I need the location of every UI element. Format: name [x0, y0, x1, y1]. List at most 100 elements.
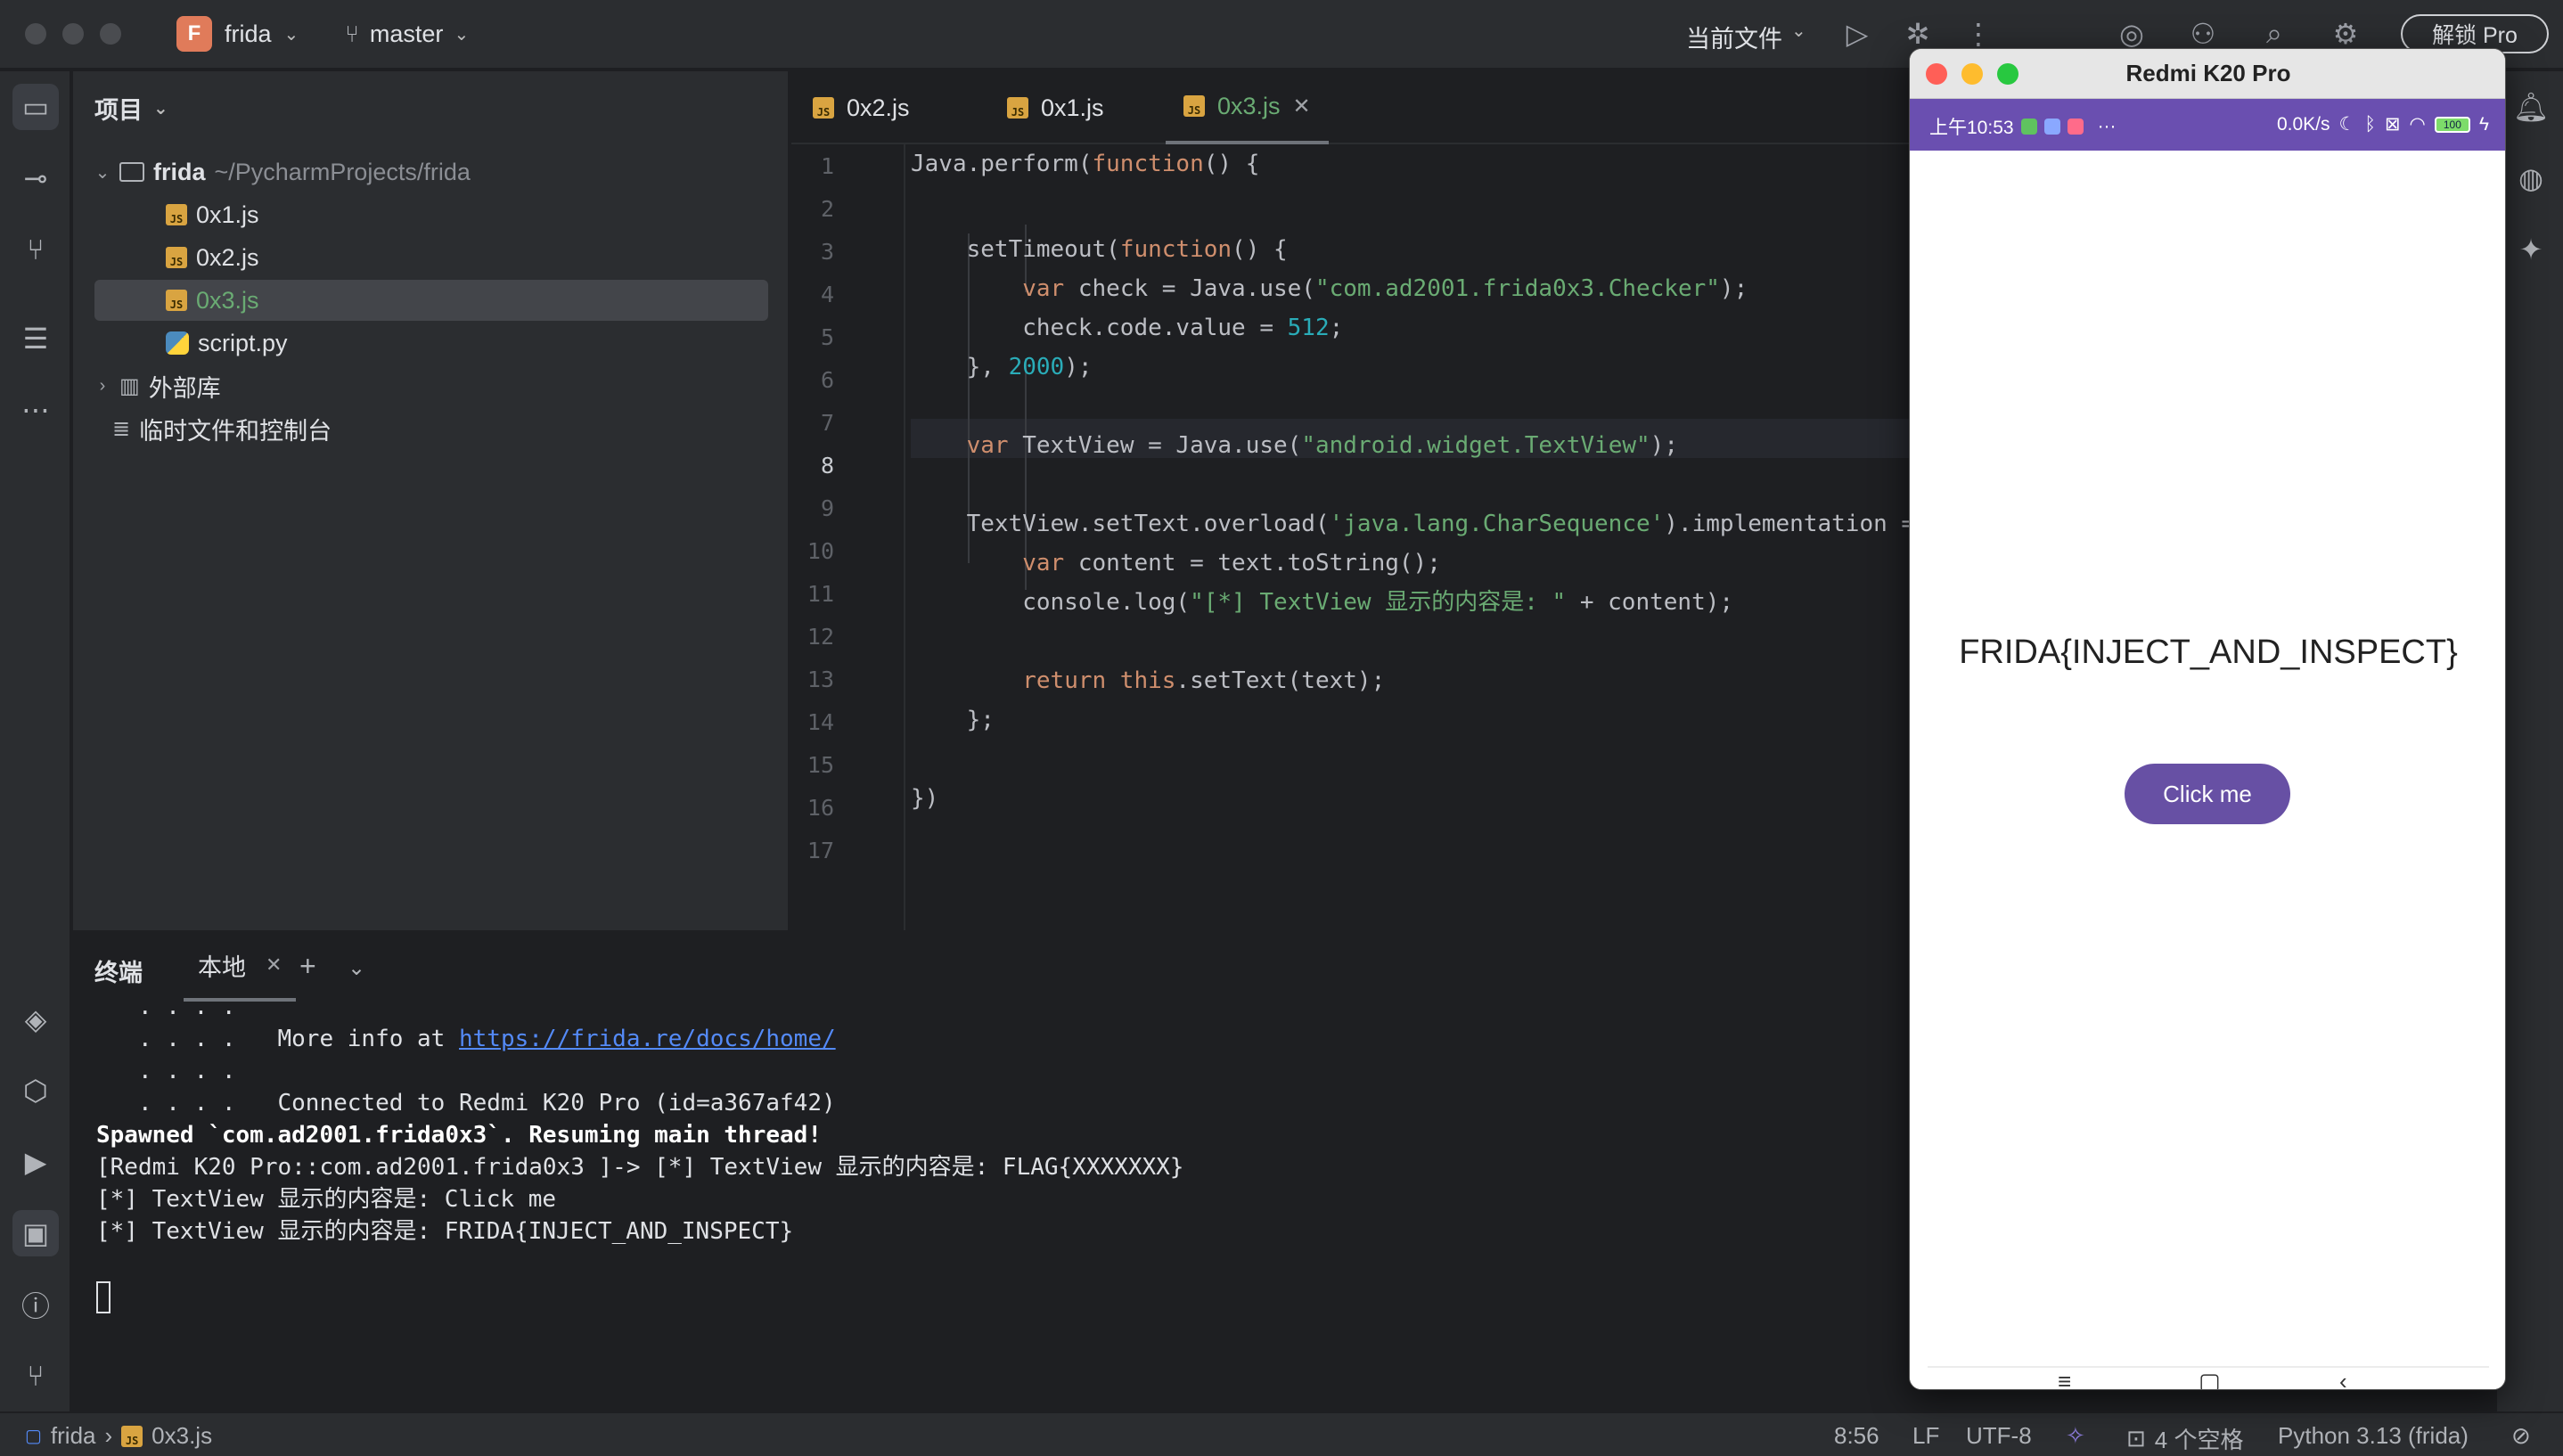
frida-docs-link[interactable]: https://frida.re/docs/home/: [459, 1026, 836, 1052]
terminal-icon[interactable]: ▣: [12, 1210, 59, 1256]
zoom-window-button[interactable]: [1997, 63, 2018, 85]
left-tool-strip: ▭ ⊸ ⑂ ☰ ⋯ ◈ ⬡ ▶ ▣ ⓘ ⑂: [0, 71, 71, 1411]
run-config-selector[interactable]: 当前文件 ⌄: [1686, 20, 1806, 54]
search-icon[interactable]: ⌕: [2256, 16, 2292, 52]
branch-selector[interactable]: ⑂ master ⌄: [345, 20, 469, 48]
python-interpreter[interactable]: Python 3.13 (frida): [2278, 1422, 2469, 1450]
chevron-down-icon[interactable]: ⌄: [94, 161, 111, 184]
phone-screen: 上午10:53 ··· 0.0K/s ☾ ᛒ ⊠ ◠ 100 ϟ FRIDA{I…: [1910, 99, 2505, 1389]
terminal-line: [Redmi K20 Pro::com.ad2001.frida0x3 ]-> …: [96, 1154, 1184, 1181]
code-area[interactable]: Java.perform(function() { setTimeout(fun…: [911, 144, 1909, 930]
ai-chat-icon[interactable]: ◍: [2508, 155, 2554, 201]
tree-scratches[interactable]: ≣ 临时文件和控制台: [94, 408, 768, 449]
terminal-line: . . . .: [96, 1058, 236, 1084]
external-libs-label: 外部库: [148, 374, 221, 402]
line-number: 9: [820, 495, 834, 521]
caret-position[interactable]: 8:56: [1834, 1422, 1879, 1450]
structure-icon[interactable]: ☰: [12, 315, 59, 362]
debug-icon[interactable]: ✲: [1900, 16, 1936, 52]
tree-root-frida[interactable]: ⌄ frida ~/PycharmProjects/frida: [94, 151, 768, 192]
zoom-window-button[interactable]: [100, 23, 121, 45]
line-number: 16: [807, 795, 834, 821]
line-number: 11: [807, 581, 834, 607]
notifications-bell-icon[interactable]: 🔔︎: [2508, 84, 2554, 130]
ai-status-icon[interactable]: ✧: [2066, 1422, 2085, 1450]
project-folder-icon[interactable]: ▭: [12, 84, 59, 130]
indent-setting[interactable]: ⊡ 4 个空格: [2126, 1422, 2243, 1455]
settings-gear-icon[interactable]: ⚙: [2328, 16, 2363, 52]
chevron-right-icon: ›: [104, 1422, 113, 1449]
terminal-tab-local[interactable]: 本地 ✕: [184, 932, 297, 1002]
minimize-window-button[interactable]: [1961, 63, 1983, 85]
tree-file-0x3[interactable]: JS 0x3.js: [94, 280, 768, 321]
code-line-14: return this.setText(text);: [1022, 667, 1386, 694]
js-file-icon: JS: [1007, 97, 1028, 119]
code-editor: JS 0x2.js JS 0x1.js JS 0x3.js ✕ 12345678…: [791, 71, 1909, 930]
code-line-4: var check = Java.use("com.ad2001.frida0x…: [1022, 275, 1748, 302]
line-separator[interactable]: LF: [1912, 1422, 1939, 1450]
back-icon[interactable]: ‹: [2339, 1368, 2347, 1389]
file-encoding[interactable]: UTF-8: [1966, 1422, 2032, 1450]
line-number: 4: [820, 282, 834, 307]
plugin-icon[interactable]: ✦: [2508, 226, 2554, 273]
new-terminal-icon[interactable]: +: [299, 950, 316, 983]
python-packages-icon[interactable]: ⬡: [12, 1067, 59, 1114]
code-line-17: }): [911, 785, 939, 812]
close-tab-icon[interactable]: ✕: [266, 953, 282, 977]
js-file-icon: JS: [813, 97, 834, 119]
tab-0x2-js[interactable]: JS 0x2.js: [795, 71, 928, 144]
add-user-icon[interactable]: ⚇: [2185, 16, 2221, 52]
emulator-title-bar[interactable]: Redmi K20 Pro: [1910, 49, 2505, 99]
chevron-right-icon[interactable]: ›: [94, 376, 111, 397]
project-panel-title[interactable]: 项目 ⌄: [94, 91, 168, 126]
pull-requests-icon[interactable]: ⑂: [12, 226, 59, 273]
module-icon: ▢: [25, 1427, 42, 1446]
run-icon[interactable]: ▷: [1839, 16, 1875, 52]
chevron-down-icon[interactable]: ⌄: [348, 955, 365, 981]
project-selector[interactable]: F frida ⌄: [176, 16, 299, 52]
code-line-6: }, 2000);: [911, 354, 1093, 380]
git-icon[interactable]: ⑂: [12, 1353, 59, 1399]
line-number-gutter: 1 2 3 4 5 6 7 8 9 10 11 12 13 14 15 16 17: [791, 144, 905, 930]
emulator-title: Redmi K20 Pro: [2125, 60, 2291, 86]
tree-external-libs[interactable]: › ▥ 外部库: [94, 365, 768, 406]
chevron-down-icon: ⌄: [454, 24, 470, 45]
js-file-icon: JS: [166, 290, 187, 311]
terminal-output[interactable]: . . . . . . . . More info at https://fri…: [96, 1002, 1896, 1411]
line-number: 1: [820, 153, 834, 179]
terminal-header: 终端 本地 ✕ + ⌄: [73, 932, 1909, 1002]
minimize-window-button[interactable]: [62, 23, 84, 45]
folder-icon: [119, 162, 144, 182]
line-number: 13: [807, 667, 834, 692]
js-file-icon: JS: [1183, 95, 1205, 117]
tree-file-0x2[interactable]: JS 0x2.js: [94, 237, 768, 278]
more-tools-icon[interactable]: ⋯: [12, 387, 59, 433]
python-console-icon[interactable]: ◈: [12, 996, 59, 1043]
close-tab-icon[interactable]: ✕: [1293, 94, 1311, 119]
chevron-down-icon: ⌄: [1791, 21, 1806, 41]
read-only-toggle-icon[interactable]: ⊘: [2511, 1422, 2531, 1450]
tab-0x3-js[interactable]: JS 0x3.js ✕: [1166, 71, 1329, 144]
code-line-10: TextView.setText.overload('java.lang.Cha…: [911, 511, 1909, 537]
problems-icon[interactable]: ⓘ: [12, 1281, 59, 1328]
close-window-button[interactable]: [1926, 63, 1947, 85]
breadcrumb[interactable]: ▢ frida › JS 0x3.js: [25, 1422, 212, 1450]
services-icon[interactable]: ▶: [12, 1139, 59, 1185]
home-icon[interactable]: ▢: [2199, 1368, 2221, 1389]
terminal-line: [*] TextView 显示的内容是: FRIDA{INJECT_AND_IN…: [96, 1218, 794, 1245]
more-actions-icon[interactable]: ⋮: [1961, 16, 1996, 52]
menu-icon[interactable]: ≡: [2058, 1368, 2071, 1389]
terminal-line: . . . . Connected to Redmi K20 Pro (id=a…: [96, 1090, 836, 1117]
tree-file-script-py[interactable]: script.py: [94, 323, 768, 364]
tree-file-0x1[interactable]: JS 0x1.js: [94, 194, 768, 235]
project-badge: F: [176, 16, 212, 52]
commit-icon[interactable]: ⊸: [12, 155, 59, 201]
click-me-button[interactable]: Click me: [2125, 764, 2290, 824]
code-line-1: Java.perform(function() {: [911, 151, 1260, 177]
terminal-line: . . . . More info at https://frida.re/do…: [96, 1026, 836, 1052]
editor-tabs: JS 0x2.js JS 0x1.js JS 0x3.js ✕: [791, 71, 1909, 144]
ai-assistant-icon[interactable]: ◎: [2114, 16, 2149, 52]
tab-0x1-js[interactable]: JS 0x1.js: [989, 71, 1122, 144]
close-window-button[interactable]: [25, 23, 46, 45]
js-file-icon: JS: [121, 1425, 143, 1447]
